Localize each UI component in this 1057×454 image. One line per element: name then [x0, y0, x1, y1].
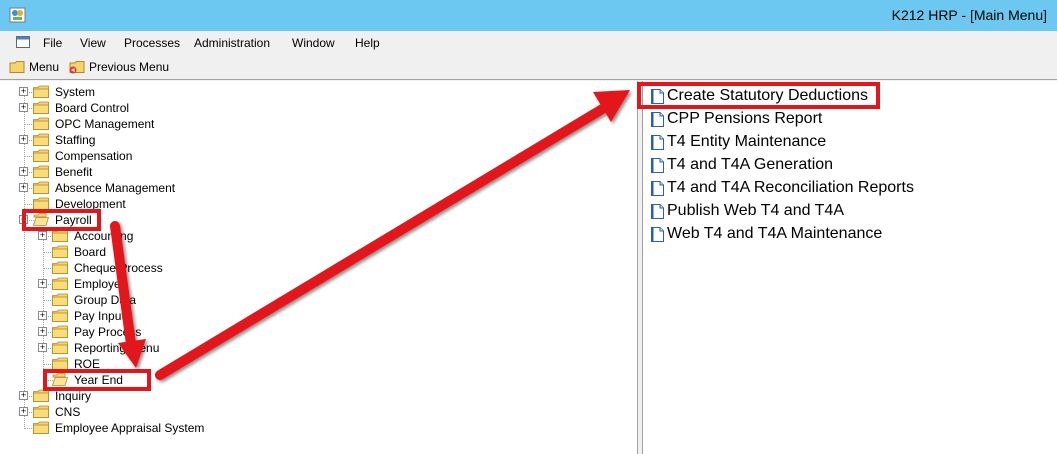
menu-item-label: T4 and T4A Generation	[667, 156, 834, 173]
document-icon	[651, 181, 664, 196]
tree-node-label: Pay Process	[74, 325, 142, 339]
tree-node-label: Employee Appraisal System	[55, 421, 205, 435]
menu-file[interactable]: File	[43, 36, 62, 50]
document-icon	[651, 204, 664, 219]
menu-items-pane[interactable]: Create Statutory Deductions CPP Pensions …	[643, 81, 1057, 454]
expand-toggle-icon[interactable]: +	[38, 279, 47, 288]
tree-node-label: Absence Management	[55, 181, 176, 195]
tree-node-cheque-process[interactable]: Cheque Process	[0, 260, 400, 276]
expand-toggle-icon[interactable]: +	[19, 103, 28, 112]
document-icon	[651, 227, 664, 242]
tree-node-employee-appraisal-system[interactable]: Employee Appraisal System	[0, 420, 400, 436]
payroll-highlight-box	[22, 209, 101, 231]
tree-node-compensation[interactable]: Compensation	[0, 148, 400, 164]
expand-toggle-icon[interactable]: +	[19, 407, 28, 416]
tree-node-label: Compensation	[55, 149, 133, 163]
window-title: K212 HRP - [Main Menu]	[891, 7, 1047, 23]
menu-processes[interactable]: Processes	[124, 36, 180, 50]
tree-node-board[interactable]: Board	[0, 244, 400, 260]
tree-node-staffing[interactable]: + Staffing	[0, 132, 400, 148]
expand-toggle-icon[interactable]: +	[38, 327, 47, 336]
menu-button-label: Menu	[29, 60, 60, 74]
document-window-icon[interactable]	[16, 36, 30, 48]
tree-node-system[interactable]: + System	[0, 84, 400, 100]
tree-node-label: Pay Inputs	[74, 309, 131, 323]
tree-node-board-control[interactable]: + Board Control	[0, 100, 400, 116]
menu-help[interactable]: Help	[355, 36, 380, 50]
expand-toggle-icon[interactable]: +	[19, 183, 28, 192]
menu-administration[interactable]: Administration	[194, 36, 270, 50]
tree-node-benefit[interactable]: + Benefit	[0, 164, 400, 180]
menu-item-label: T4 and T4A Reconciliation Reports	[667, 179, 914, 196]
tree-node-label: Benefit	[55, 165, 93, 179]
menu-item-label: Web T4 and T4A Maintenance	[667, 225, 883, 242]
expand-toggle-icon[interactable]: +	[38, 311, 47, 320]
folder-icon	[9, 61, 25, 73]
tree-node-label: Group Data	[74, 293, 137, 307]
app-icon	[9, 7, 26, 23]
tree-node-label: Board Control	[55, 101, 130, 115]
tree-node-label: OPC Management	[55, 117, 155, 131]
expand-toggle-icon[interactable]: +	[19, 391, 28, 400]
document-icon	[651, 112, 664, 127]
menu-bar: File View Processes Administration Windo…	[0, 31, 1057, 54]
menu-window[interactable]: Window	[292, 36, 335, 50]
tree-node-employee[interactable]: + Employee	[0, 276, 400, 292]
tree-node-label: Staffing	[55, 133, 96, 147]
tree-node-absence-management[interactable]: + Absence Management	[0, 180, 400, 196]
tree-node-opc-management[interactable]: OPC Management	[0, 116, 400, 132]
menu-button[interactable]: Menu	[9, 59, 59, 75]
tree-node-group-data[interactable]: Group Data	[0, 292, 400, 308]
document-icon	[651, 135, 664, 150]
tree-node-label: Reporting Menu	[74, 341, 160, 355]
folder-back-icon	[69, 61, 85, 74]
tree-node-reporting-menu[interactable]: + Reporting Menu	[0, 340, 400, 356]
expand-toggle-icon[interactable]: +	[38, 231, 47, 240]
previous-menu-button-label: Previous Menu	[89, 60, 170, 74]
menu-item-label: Publish Web T4 and T4A	[667, 202, 844, 219]
menu-item-label: CPP Pensions Report	[667, 110, 823, 127]
tree-node-pay-process[interactable]: + Pay Process	[0, 324, 400, 340]
year-end-highlight-box	[43, 369, 151, 391]
tree-node-pay-inputs[interactable]: + Pay Inputs	[0, 308, 400, 324]
tree-node-label: System	[55, 85, 96, 99]
tree-node-label: CNS	[55, 405, 81, 419]
expand-toggle-icon[interactable]: +	[38, 343, 47, 352]
expand-toggle-icon[interactable]: +	[19, 167, 28, 176]
menu-item-label: T4 Entity Maintenance	[667, 133, 827, 150]
menu-view[interactable]: View	[80, 36, 106, 50]
create-statutory-deductions-highlight-box	[637, 82, 880, 109]
tree-node-cns[interactable]: + CNS	[0, 404, 400, 420]
expand-toggle-icon[interactable]: +	[19, 135, 28, 144]
previous-menu-button[interactable]: Previous Menu	[67, 59, 169, 75]
tree-node-label: Board	[74, 245, 107, 259]
document-icon	[651, 158, 664, 173]
expand-toggle-icon[interactable]: +	[19, 87, 28, 96]
title-bar: K212 HRP - [Main Menu]	[0, 0, 1057, 31]
toolbar: Menu Previous Menu	[0, 54, 1057, 80]
tree-node-label: Cheque Process	[74, 261, 163, 275]
menu-tree-pane[interactable]: + System + Board Control OPC Management + Staf…	[0, 81, 638, 454]
tree-node-label: Employee	[74, 277, 128, 291]
